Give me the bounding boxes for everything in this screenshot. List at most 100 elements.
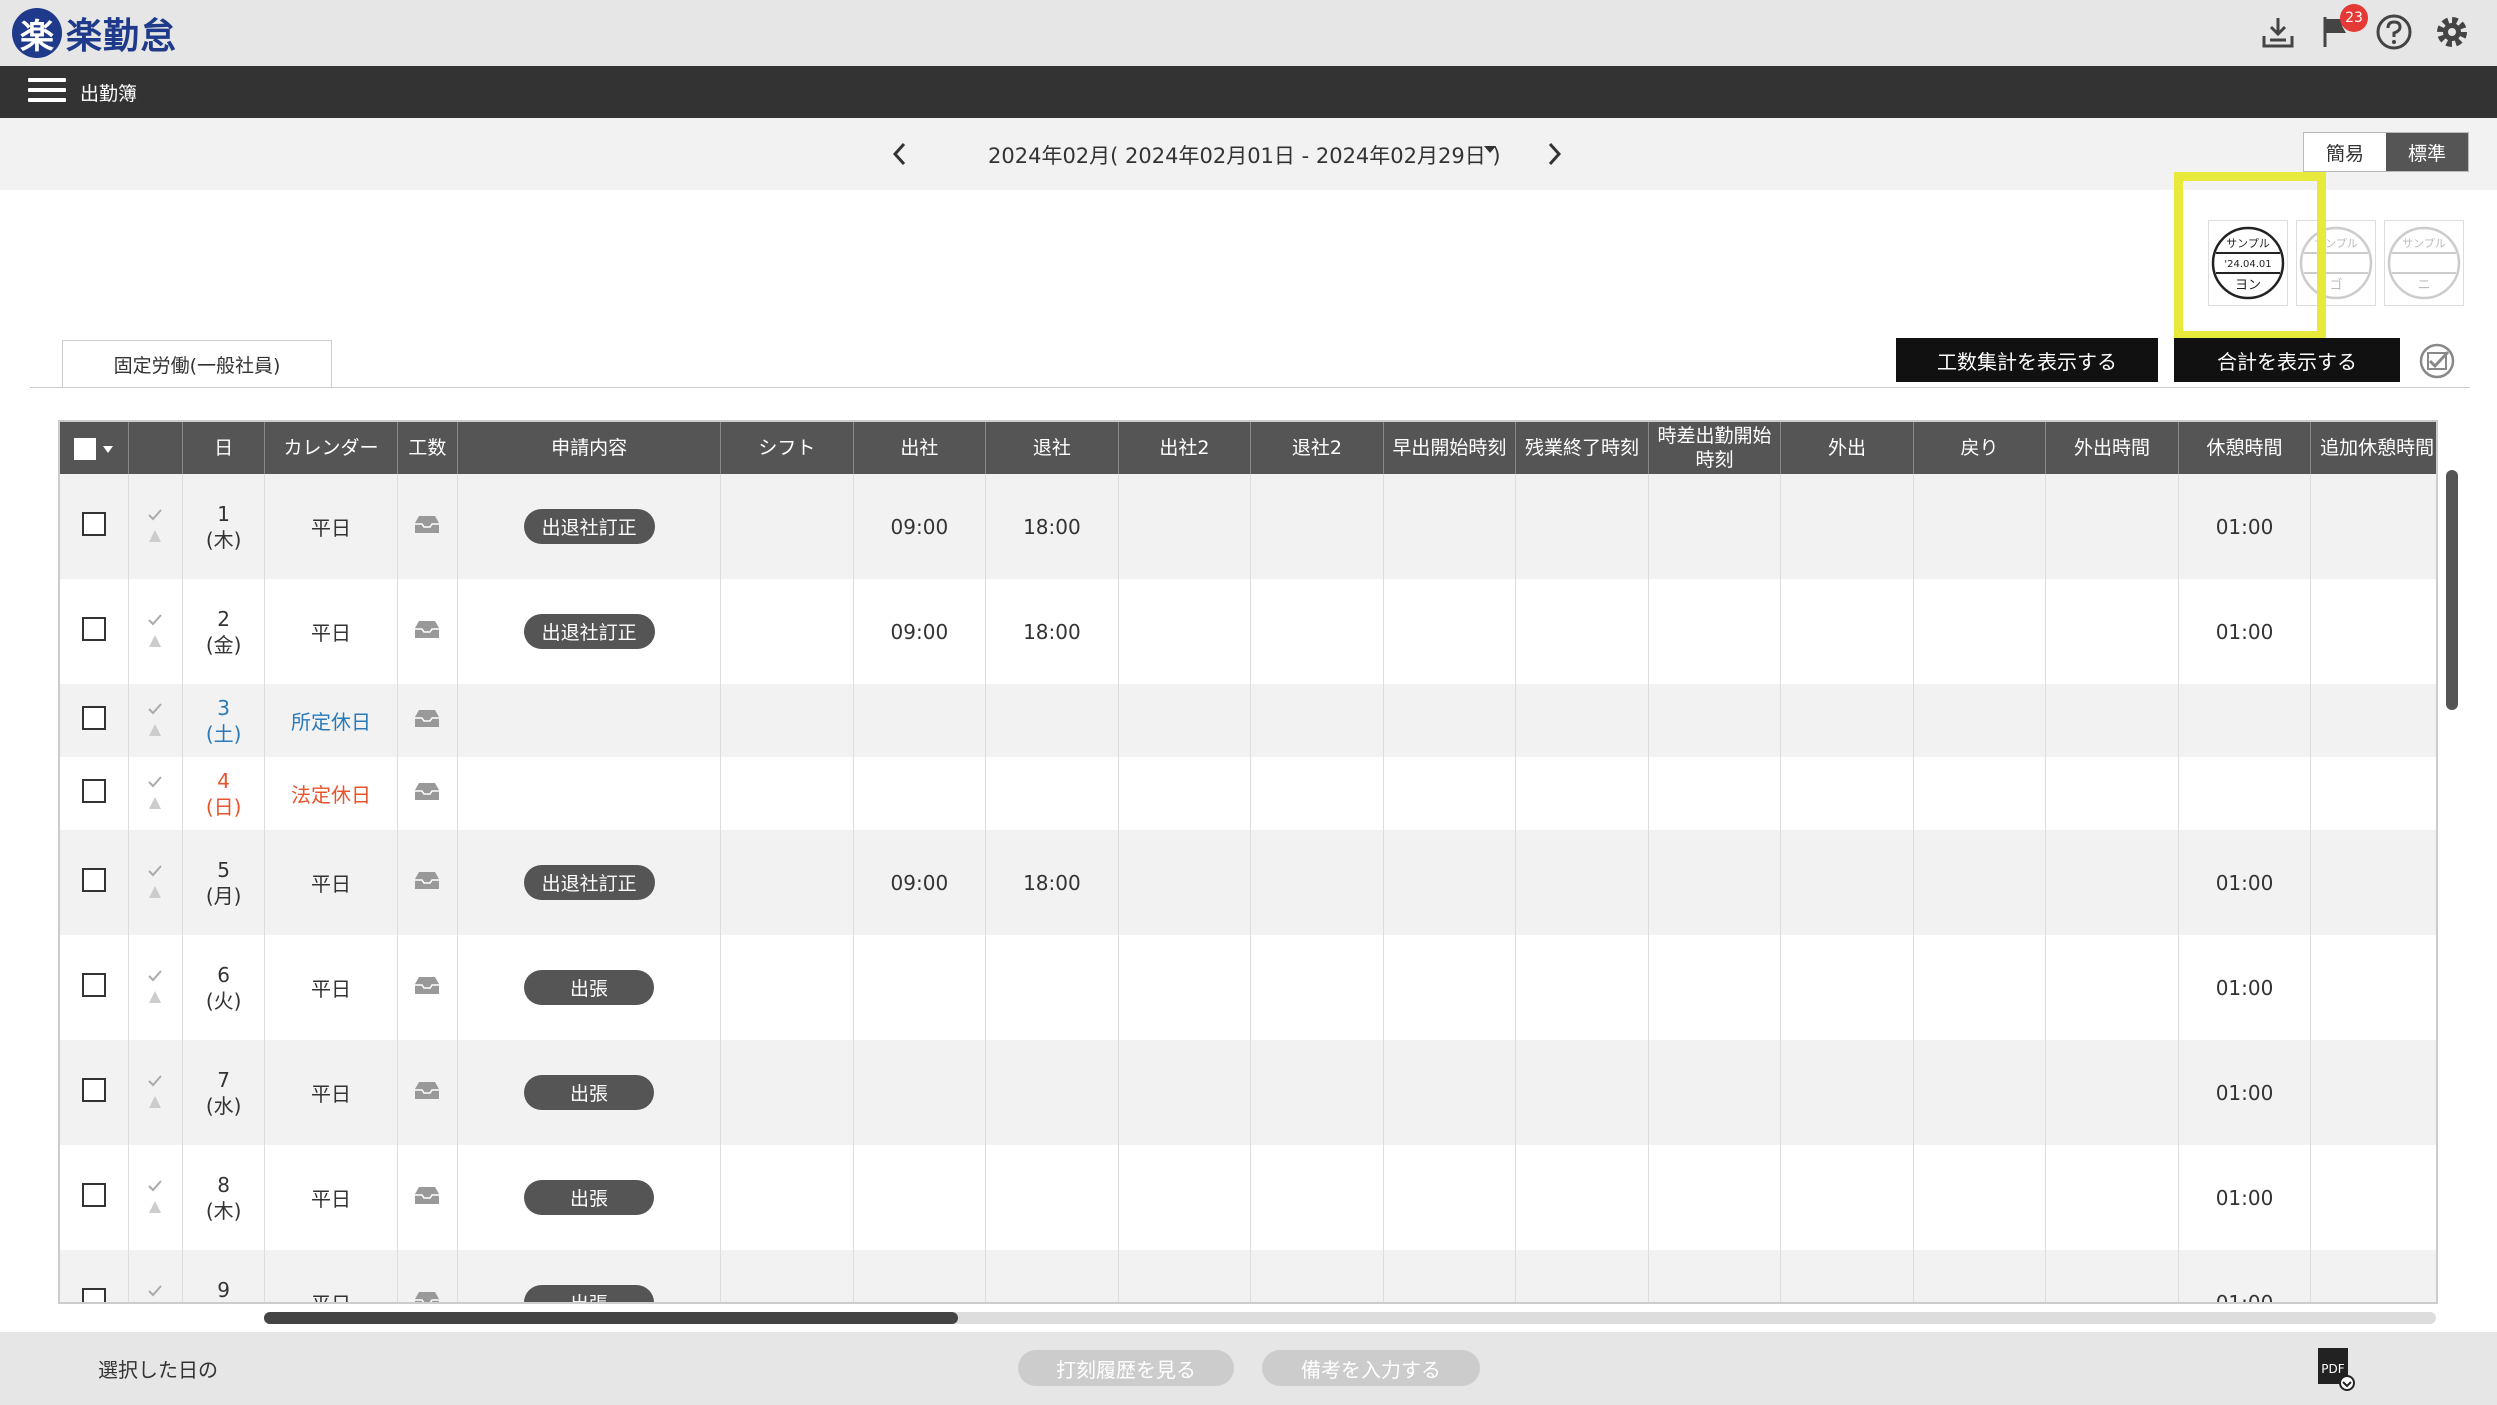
workload-cell[interactable] xyxy=(397,757,459,830)
request-badge[interactable]: 出退社訂正 xyxy=(523,865,655,900)
view-punch-history-button[interactable]: 打刻履歴を見る xyxy=(1018,1350,1234,1386)
empty-cell[interactable] xyxy=(1648,757,1782,830)
empty-cell[interactable] xyxy=(1383,474,1517,579)
row-select-cell[interactable] xyxy=(60,1250,129,1302)
empty-cell[interactable] xyxy=(2045,830,2179,935)
break-time-cell[interactable]: 01:00 xyxy=(2178,1250,2312,1302)
empty-cell[interactable] xyxy=(1118,1145,1252,1250)
inbox-tray-icon[interactable] xyxy=(413,1289,441,1304)
empty-cell[interactable] xyxy=(1250,1040,1384,1145)
empty-cell[interactable] xyxy=(1383,1145,1517,1250)
empty-cell[interactable] xyxy=(2045,474,2179,579)
show-total-button[interactable]: 合計を表示する xyxy=(2174,338,2400,382)
inbox-tray-icon[interactable] xyxy=(413,869,441,891)
row-checkbox[interactable] xyxy=(81,706,106,730)
empty-cell[interactable] xyxy=(1913,830,2047,935)
row-checkbox[interactable] xyxy=(81,868,106,892)
inbox-tray-icon[interactable] xyxy=(413,707,441,729)
extra-break-cell[interactable] xyxy=(2310,830,2436,935)
approval-stamp-3[interactable]: サンプル ニ xyxy=(2384,220,2464,306)
clock-in-cell[interactable]: 09:00 xyxy=(853,830,987,935)
row-checkbox[interactable] xyxy=(81,779,106,803)
clock-out-cell[interactable] xyxy=(985,684,1119,757)
workload-cell[interactable] xyxy=(397,684,459,757)
empty-cell[interactable] xyxy=(1648,1250,1782,1302)
row-select-cell[interactable] xyxy=(60,579,129,684)
chevron-down-icon[interactable] xyxy=(1484,146,1496,153)
clock-out-cell[interactable] xyxy=(985,935,1119,1040)
select-all-checkbox[interactable] xyxy=(73,437,96,460)
empty-cell[interactable] xyxy=(1648,684,1782,757)
table-row[interactable]: 4 (日) 法定休日 xyxy=(60,757,2436,830)
request-cell[interactable] xyxy=(457,684,722,757)
inbox-tray-icon[interactable] xyxy=(413,1079,441,1101)
empty-cell[interactable] xyxy=(1250,757,1384,830)
extra-break-cell[interactable] xyxy=(2310,935,2436,1040)
row-select-cell[interactable] xyxy=(60,684,129,757)
row-checkbox[interactable] xyxy=(81,512,106,536)
shift-cell[interactable] xyxy=(720,1145,854,1250)
empty-cell[interactable] xyxy=(1913,579,2047,684)
row-select-cell[interactable] xyxy=(60,1040,129,1145)
app-logo[interactable]: 楽 楽勤怠 xyxy=(12,8,177,58)
empty-cell[interactable] xyxy=(1780,1040,1914,1145)
break-time-cell[interactable]: 01:00 xyxy=(2178,935,2312,1040)
help-icon[interactable] xyxy=(2372,10,2416,54)
clock-out-cell[interactable]: 18:00 xyxy=(985,474,1119,579)
clock-in-cell[interactable]: 09:00 xyxy=(853,474,987,579)
empty-cell[interactable] xyxy=(1913,684,2047,757)
chevron-down-icon[interactable] xyxy=(102,444,114,454)
inbox-tray-icon[interactable] xyxy=(413,513,441,535)
request-badge[interactable]: 出退社訂正 xyxy=(523,509,655,544)
clock-in-cell[interactable] xyxy=(853,1145,987,1250)
view-simple-button[interactable]: 簡易 xyxy=(2304,133,2386,171)
empty-cell[interactable] xyxy=(1250,579,1384,684)
clock-out-cell[interactable]: 18:00 xyxy=(985,579,1119,684)
shift-cell[interactable] xyxy=(720,935,854,1040)
workload-cell[interactable] xyxy=(397,474,459,579)
menu-hamburger-icon[interactable] xyxy=(28,78,66,106)
table-row[interactable]: 1 (木) 平日 出退社訂正 09:00 18:00 01:00 xyxy=(60,474,2436,579)
vertical-scrollbar[interactable] xyxy=(2446,470,2458,710)
request-badge[interactable]: 出退社訂正 xyxy=(523,614,655,649)
break-time-cell[interactable]: 01:00 xyxy=(2178,830,2312,935)
empty-cell[interactable] xyxy=(1118,474,1252,579)
inbox-tray-icon[interactable] xyxy=(413,974,441,996)
workload-cell[interactable] xyxy=(397,1250,459,1304)
extra-break-cell[interactable] xyxy=(2310,1040,2436,1145)
empty-cell[interactable] xyxy=(1780,830,1914,935)
empty-cell[interactable] xyxy=(1383,830,1517,935)
empty-cell[interactable] xyxy=(1383,757,1517,830)
extra-break-cell[interactable] xyxy=(2310,684,2436,757)
empty-cell[interactable] xyxy=(1780,1250,1914,1302)
break-time-cell[interactable]: 01:00 xyxy=(2178,1145,2312,1250)
empty-cell[interactable] xyxy=(1515,1040,1649,1145)
empty-cell[interactable] xyxy=(1648,1145,1782,1250)
shift-cell[interactable] xyxy=(720,684,854,757)
request-badge[interactable]: 出張 xyxy=(524,1075,655,1110)
empty-cell[interactable] xyxy=(1383,1040,1517,1145)
empty-cell[interactable] xyxy=(1515,830,1649,935)
request-cell[interactable]: 出退社訂正 xyxy=(457,474,722,579)
clock-out-cell[interactable]: 18:00 xyxy=(985,830,1119,935)
request-cell[interactable]: 出退社訂正 xyxy=(457,830,722,935)
clock-out-cell[interactable] xyxy=(985,1145,1119,1250)
enter-note-button[interactable]: 備考を入力する xyxy=(1262,1350,1480,1386)
table-row[interactable]: 5 (月) 平日 出退社訂正 09:00 18:00 01:00 xyxy=(60,830,2436,935)
shift-cell[interactable] xyxy=(720,757,854,830)
bulk-approve-icon[interactable] xyxy=(2418,342,2456,380)
empty-cell[interactable] xyxy=(1780,1145,1914,1250)
empty-cell[interactable] xyxy=(1780,684,1914,757)
extra-break-cell[interactable] xyxy=(2310,579,2436,684)
table-row[interactable]: 8 (木) 平日 出張 01:00 xyxy=(60,1145,2436,1250)
table-row[interactable]: 6 (火) 平日 出張 01:00 xyxy=(60,935,2436,1040)
empty-cell[interactable] xyxy=(1913,935,2047,1040)
table-row[interactable]: 7 (水) 平日 出張 01:00 xyxy=(60,1040,2436,1145)
request-cell[interactable]: 出張 xyxy=(457,1250,722,1302)
empty-cell[interactable] xyxy=(1250,684,1384,757)
shift-cell[interactable] xyxy=(720,1250,854,1302)
empty-cell[interactable] xyxy=(1515,1250,1649,1302)
empty-cell[interactable] xyxy=(1383,935,1517,1040)
request-badge[interactable]: 出張 xyxy=(524,970,655,1005)
view-standard-button[interactable]: 標準 xyxy=(2386,133,2468,171)
